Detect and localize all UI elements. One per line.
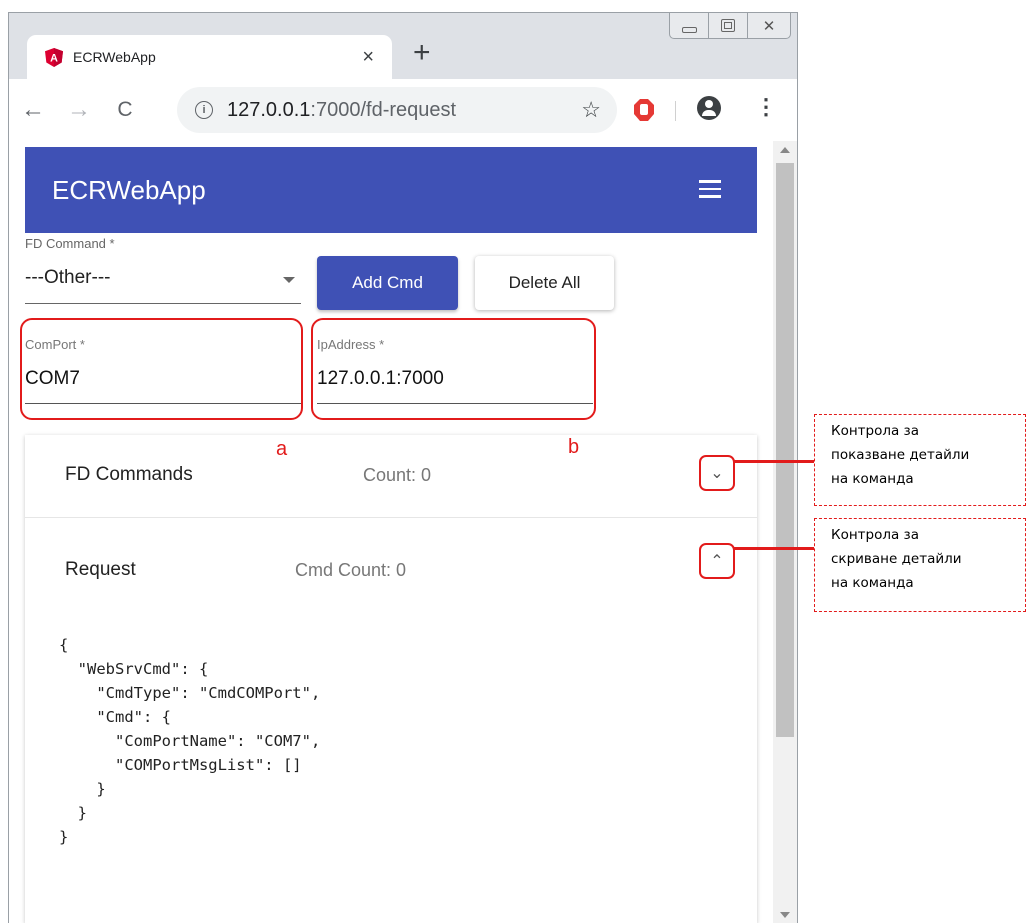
stop-extension-icon[interactable] [633,98,655,122]
panel-divider [25,517,757,518]
delete-all-button[interactable]: Delete All [475,256,614,310]
url-text: 127.0.0.1:7000/fd-request [227,99,456,122]
app-title: ECRWebApp [52,175,206,205]
window-close-button[interactable]: ✕ [747,13,791,39]
browser-toolbar: ← → C i 127.0.0.1:7000/fd-request ☆ ⋮ [9,79,797,141]
callout-show-details: Контрола за показване детайли на команда [814,414,1026,506]
svg-text:A: A [50,52,58,64]
add-cmd-button[interactable]: Add Cmd [317,256,458,310]
callout-hide-details: Контрола за скриване детайли на команда [814,518,1026,612]
fd-command-value: ---Other--- [25,267,111,288]
close-icon: ✕ [762,17,776,35]
url-path: :7000/fd-request [310,98,457,121]
callout-show-line-3: на команда [831,471,914,487]
address-bar[interactable]: i 127.0.0.1:7000/fd-request ☆ [177,87,617,133]
comport-highlight [20,318,303,420]
collapse-chevron-up-icon[interactable]: ⌃ [699,543,735,579]
bookmark-star-icon[interactable]: ☆ [581,97,601,123]
back-button[interactable]: ← [15,96,51,124]
callout-hide-line-3: на команда [831,575,914,591]
marker-a: a [276,438,288,460]
callout-connector-hide [734,547,814,550]
minimize-button[interactable] [669,13,709,39]
maximize-icon [721,19,735,32]
reload-button[interactable]: C [107,98,143,122]
window-controls: ✕ [669,13,791,39]
fd-command-label: FD Command * [25,236,115,251]
page-viewport: ECRWebApp FD Command * ---Other--- Add C… [9,141,797,923]
fd-command-select[interactable]: ---Other--- [25,253,301,304]
page-scrollbar[interactable] [773,141,797,923]
app-toolbar: ECRWebApp [25,147,757,233]
profile-icon[interactable] [697,96,721,120]
scrollbar-thumb[interactable] [776,163,794,737]
callout-show-line-2: показване детайли [831,447,970,463]
request-title[interactable]: Request [65,559,136,581]
angular-icon: A [45,47,63,67]
forward-button[interactable]: → [61,96,97,124]
callout-show-line-1: Контрола за [831,423,920,439]
browser-tab[interactable]: A ECRWebApp × [27,35,392,79]
request-cmd-count: Cmd Count: 0 [295,560,407,580]
scroll-down-icon[interactable] [780,912,790,918]
callout-hide-line-2: скриване детайли [831,551,962,567]
expand-chevron-down-icon[interactable]: ⌄ [699,455,735,491]
scroll-up-icon[interactable] [780,147,790,153]
browser-window: ✕ A ECRWebApp × + ← → C i 127.0.0.1:7000… [8,12,798,923]
new-tab-button[interactable]: + [413,37,431,69]
marker-b: b [568,436,580,458]
browser-menu-icon[interactable]: ⋮ [755,95,777,119]
info-icon[interactable]: i [195,101,213,119]
minimize-icon [681,26,697,33]
callout-connector-show [734,460,814,463]
ipaddress-highlight [311,318,596,420]
toolbar-separator [675,101,676,121]
tab-close-icon[interactable]: × [362,46,374,69]
maximize-button[interactable] [708,13,748,39]
hamburger-menu-icon[interactable] [699,180,721,198]
callout-hide-line-1: Контрола за [831,527,920,543]
request-json: { "WebSrvCmd": { "CmdType": "CmdCOMPort"… [59,636,321,846]
dropdown-arrow-icon [283,277,295,283]
fd-commands-count: Count: 0 [363,465,432,485]
tab-title: ECRWebApp [73,49,156,65]
fd-commands-title[interactable]: FD Commands [65,464,193,486]
url-host: 127.0.0.1 [227,98,311,121]
